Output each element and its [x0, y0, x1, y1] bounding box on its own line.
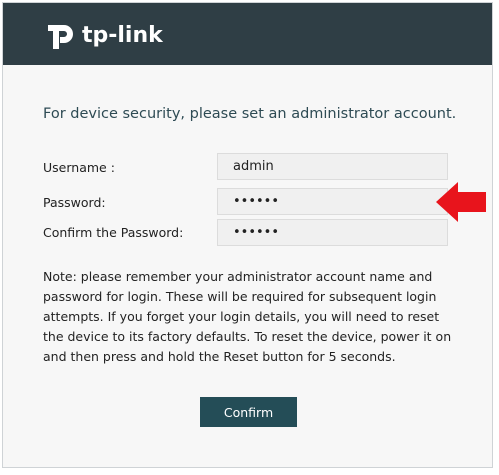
tp-link-logo-icon	[48, 25, 73, 49]
left-arrow-icon	[436, 182, 486, 222]
confirm-password-input[interactable]	[217, 219, 448, 246]
confirm-button[interactable]: Confirm	[200, 397, 297, 427]
tp-link-logo: tp-link	[44, 18, 163, 52]
page-headline: For device security, please set an admin…	[43, 106, 457, 122]
password-input[interactable]	[217, 188, 448, 215]
setup-dialog: tp-link For device security, please set …	[2, 2, 493, 468]
brand-name: tp-link	[82, 22, 163, 48]
header-bar: tp-link	[3, 3, 492, 65]
password-label: Password:	[43, 195, 106, 210]
username-label: Username :	[43, 160, 115, 175]
username-input[interactable]	[217, 153, 448, 180]
note-text: Note: please remember your administrator…	[43, 269, 452, 364]
confirm-password-label: Confirm the Password:	[43, 225, 184, 240]
